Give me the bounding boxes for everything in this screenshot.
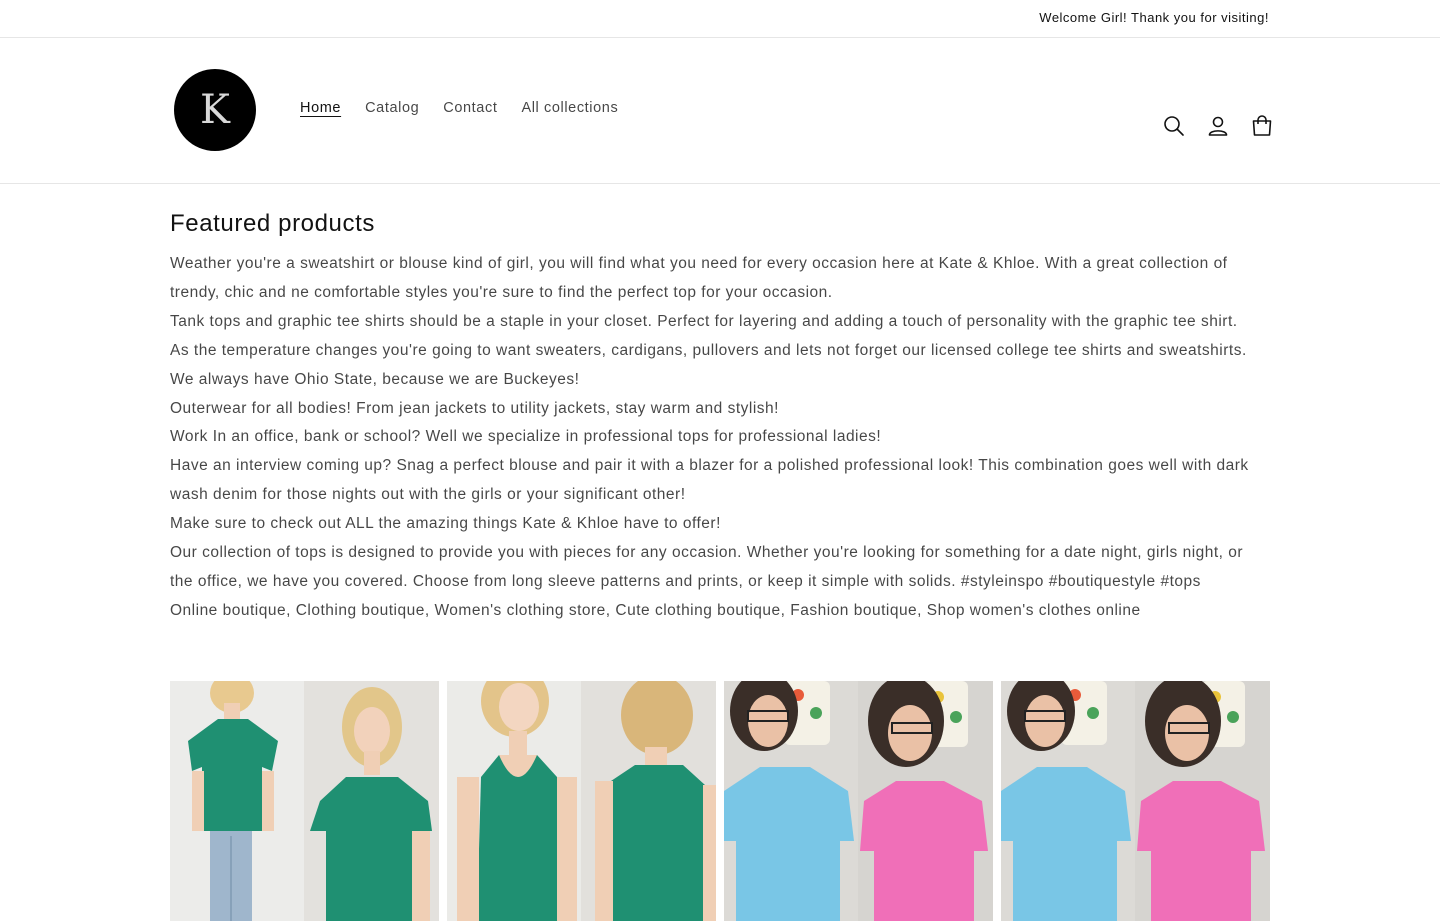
logo-letter: K bbox=[200, 87, 230, 133]
description-paragraph: Online boutique, Clothing boutique, Wome… bbox=[170, 601, 1141, 619]
account-icon bbox=[1208, 116, 1228, 136]
nav-contact[interactable]: Contact bbox=[443, 100, 497, 116]
description-paragraph: Our collection of tops is designed to pr… bbox=[170, 544, 1244, 590]
main-nav: Home Catalog Contact All collections bbox=[300, 100, 618, 116]
product-card[interactable] bbox=[1001, 681, 1270, 921]
description-paragraph: Work In an office, bank or school? Well … bbox=[170, 428, 882, 446]
collection-description: Weather you're a sweatshirt or blouse ki… bbox=[170, 250, 1270, 626]
announcement-text: Welcome Girl! Thank you for visiting! bbox=[1039, 10, 1269, 25]
product-card[interactable] bbox=[447, 681, 716, 921]
description-paragraph: Outerwear for all bodies! From jean jack… bbox=[170, 399, 779, 417]
description-paragraph: Tank tops and graphic tee shirts should … bbox=[170, 312, 1238, 330]
description-paragraph: Make sure to check out ALL the amazing t… bbox=[170, 515, 721, 533]
store-logo[interactable]: K bbox=[174, 69, 256, 151]
nav-catalog[interactable]: Catalog bbox=[365, 100, 419, 116]
search-icon bbox=[1164, 116, 1184, 136]
header-icons bbox=[1156, 104, 1280, 148]
featured-section: Featured products Weather you're a sweat… bbox=[170, 210, 1270, 626]
product-grid bbox=[170, 681, 1270, 921]
site-header: K Home Catalog Contact All collections bbox=[0, 38, 1440, 184]
cart-button[interactable] bbox=[1244, 104, 1280, 148]
nav-home[interactable]: Home bbox=[300, 100, 341, 116]
product-image bbox=[447, 681, 716, 921]
description-paragraph: Have an interview coming up? Snag a perf… bbox=[170, 457, 1249, 504]
product-card[interactable] bbox=[724, 681, 993, 921]
nav-all-collections[interactable]: All collections bbox=[521, 100, 618, 116]
announcement-bar: Welcome Girl! Thank you for visiting! bbox=[0, 0, 1440, 38]
page-title: Featured products bbox=[170, 210, 375, 237]
account-button[interactable] bbox=[1200, 104, 1236, 148]
product-card[interactable] bbox=[170, 681, 439, 921]
description-paragraph: Weather you're a sweatshirt or blouse ki… bbox=[170, 255, 1228, 301]
product-image bbox=[724, 681, 993, 921]
description-paragraph: As the temperature changes you're going … bbox=[170, 341, 1247, 388]
product-image bbox=[170, 681, 439, 921]
cart-icon bbox=[1252, 115, 1272, 136]
product-image bbox=[1001, 681, 1270, 921]
search-button[interactable] bbox=[1156, 104, 1192, 148]
